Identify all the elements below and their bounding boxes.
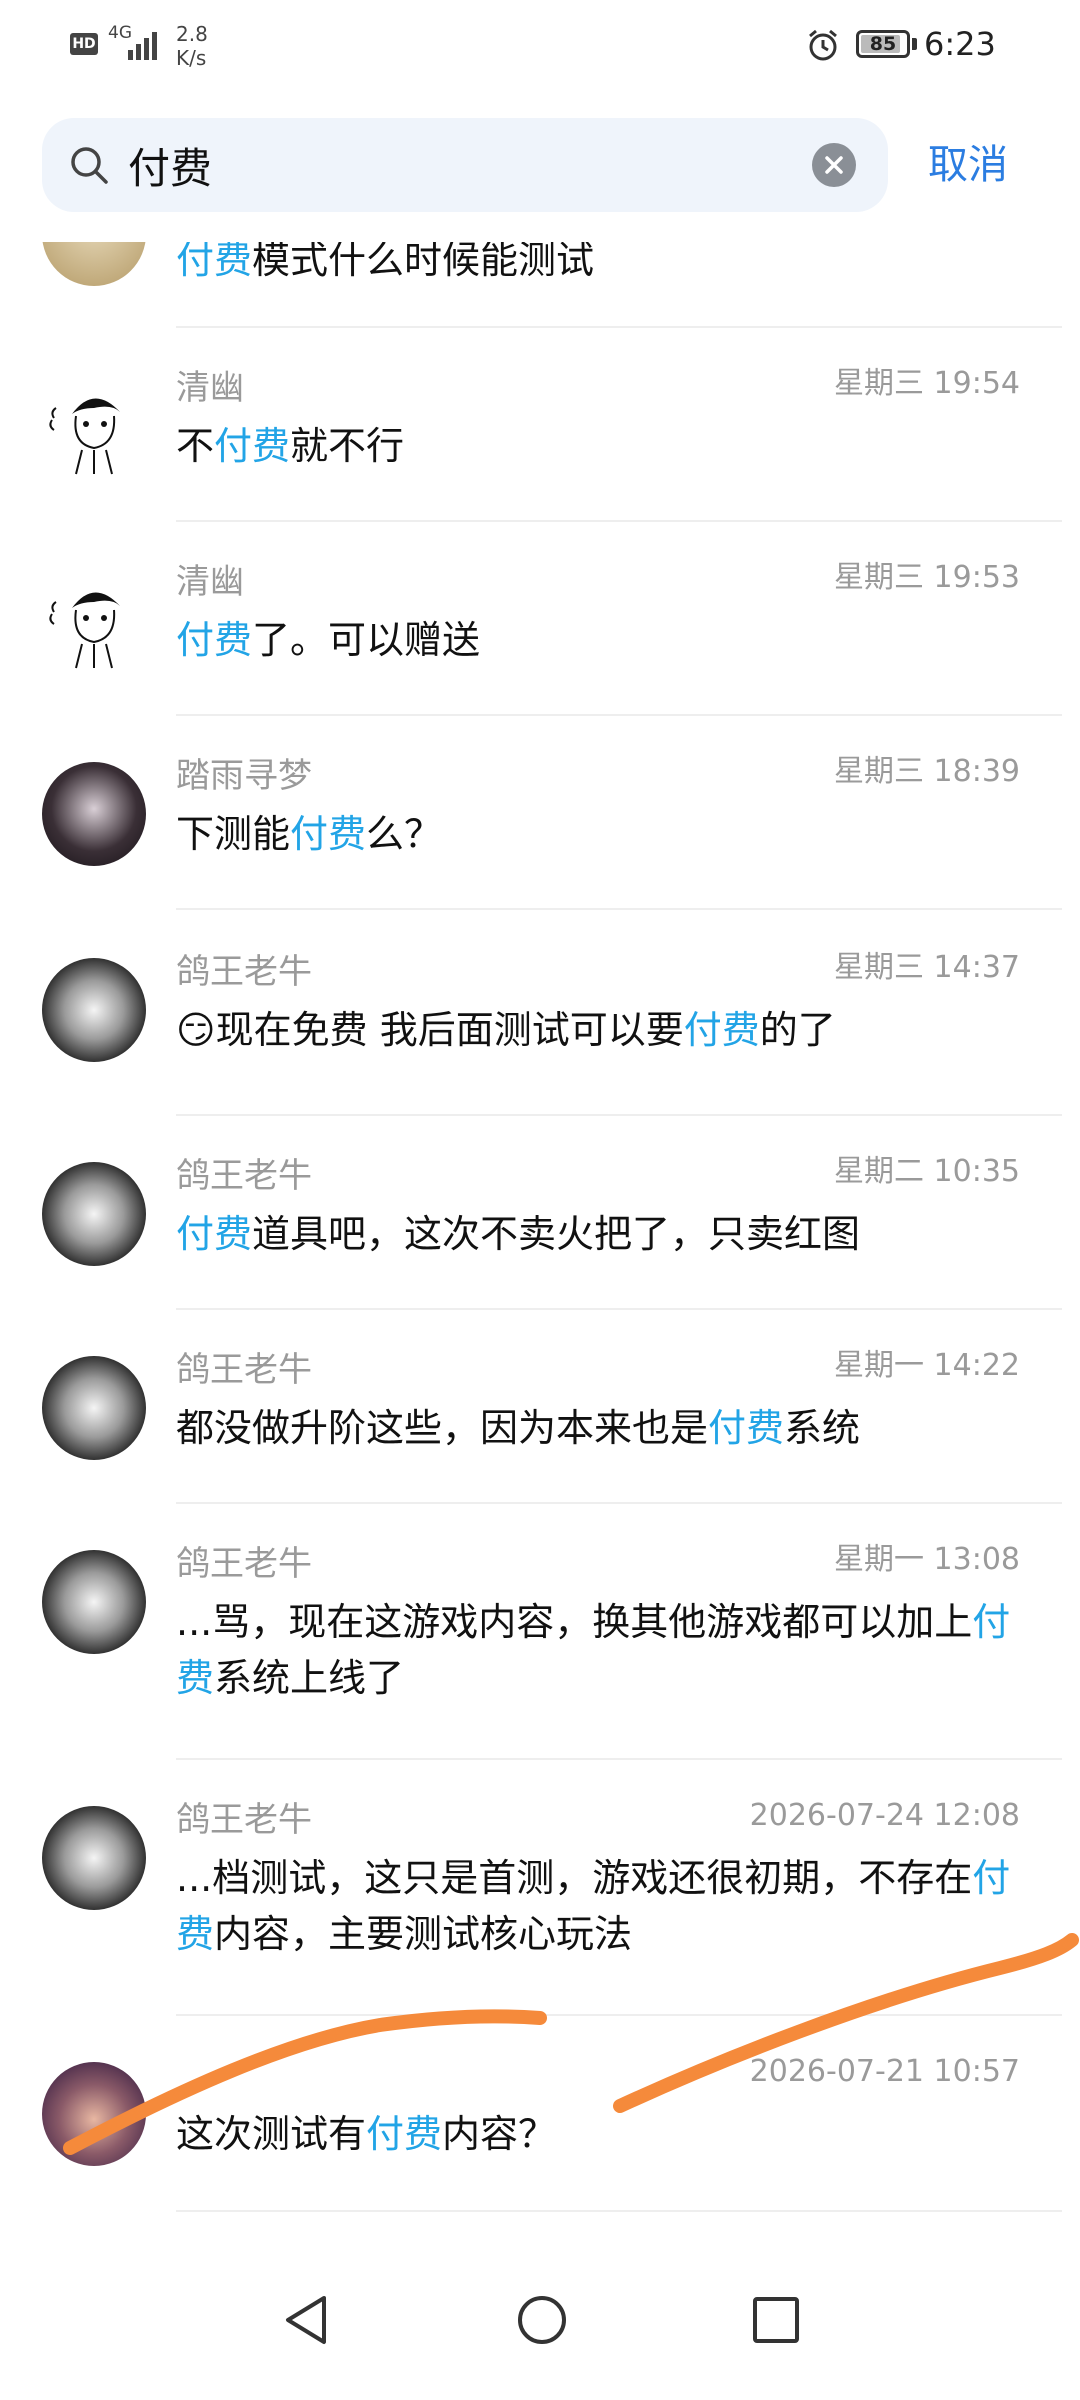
smirk-emoji-icon: 😏	[176, 1008, 216, 1052]
message-fragment: 就不行	[290, 424, 405, 468]
message-fragment: 么？	[366, 812, 443, 856]
sender-name: 鸽王老牛	[176, 1156, 312, 1196]
keyword-highlight: 付费	[176, 242, 253, 282]
row-divider	[176, 2210, 1062, 2212]
keyword-highlight: 付费	[708, 1406, 785, 1450]
message-fragment: 下测能	[176, 812, 291, 856]
sender-name: 清幽	[176, 562, 244, 602]
sketch-avatar-icon	[49, 592, 120, 669]
sender-name: 鸽王老牛	[176, 952, 312, 992]
message-fragment: 的了	[759, 1008, 836, 1052]
message-time: 星期三 19:54	[834, 366, 1020, 401]
home-circle-icon[interactable]	[512, 2290, 572, 2350]
message-fragment: 内容？	[442, 2112, 557, 2156]
result-row[interactable]: 鸽王老牛 星期一 13:08 ...骂，现在这游戏内容，换其他游戏都可以加上付费系统…	[0, 1504, 1080, 1760]
keyword-highlight: 付费	[176, 618, 253, 662]
message-time: 2026-07-21 10:57	[749, 2054, 1020, 2089]
message-time: 星期一 13:08	[834, 1542, 1020, 1577]
navigation-bar	[0, 2240, 1080, 2400]
message-text: ...档测试，这只是首测，游戏还很初期，不存在付费内容，主要测试核心玩法	[176, 1850, 1016, 1962]
avatar[interactable]	[42, 762, 146, 866]
avatar[interactable]	[42, 1356, 146, 1460]
hd-icon: HD	[70, 33, 98, 55]
avatar[interactable]	[42, 374, 146, 478]
network-speed: 2.8 K/s	[176, 22, 208, 70]
cancel-button[interactable]: 取消	[928, 138, 1008, 192]
result-row[interactable]: 鸽王老牛 星期三 14:37 😏现在免费 我后面测试可以要付费的了	[0, 910, 1080, 1116]
recents-square-icon[interactable]	[746, 2290, 806, 2350]
avatar[interactable]	[42, 242, 146, 286]
avatar[interactable]	[42, 568, 146, 672]
message-time: 2026-07-24 12:08	[749, 1798, 1020, 1833]
alarm-icon	[809, 29, 837, 61]
avatar[interactable]	[42, 1550, 146, 1654]
clear-search-button[interactable]	[812, 143, 856, 187]
status-bar: HD 4G 2.8 K/s 85 6:23	[0, 0, 1080, 96]
message-text: 付费模式什么时候能测试	[176, 242, 1016, 288]
search-box[interactable]	[42, 118, 888, 212]
message-time: 星期一 14:22	[834, 1348, 1020, 1383]
back-triangle-icon[interactable]	[278, 2290, 338, 2350]
avatar[interactable]	[42, 1162, 146, 1266]
result-row[interactable]: 2026-07-21 10:57 这次测试有付费内容？	[0, 2016, 1080, 2212]
sender-name: 踏雨寻梦	[176, 756, 312, 796]
message-text: 付费道具吧，这次不卖火把了，只卖红图	[176, 1206, 1016, 1262]
keyword-highlight: 付费	[214, 424, 291, 468]
search-results-list[interactable]: 付费模式什么时候能测试 清幽 星期三 19:54 不付费就不行 清幽 星期三 19:53 付…	[0, 242, 1080, 2242]
search-icon	[71, 147, 108, 184]
message-fragment: 现在免费 我后面测试可以要	[215, 1008, 684, 1052]
sketch-avatar-icon	[49, 398, 120, 475]
message-fragment: 这次测试有	[176, 2112, 367, 2156]
result-row[interactable]: 鸽王老牛 星期一 14:22 都没做升阶这些，因为本来也是付费系统	[0, 1310, 1080, 1504]
message-time: 星期三 14:37	[834, 950, 1020, 985]
message-text: 都没做升阶这些，因为本来也是付费系统	[176, 1400, 1016, 1456]
sender-name: 鸽王老牛	[176, 1544, 312, 1584]
message-fragment: 了。可以赠送	[252, 618, 481, 662]
message-text: 下测能付费么？	[176, 806, 1016, 862]
close-icon	[825, 156, 843, 174]
battery-tip	[912, 38, 917, 50]
message-fragment: ...档测试，这只是首测，游戏还很初期，不存在	[176, 1856, 973, 1900]
message-text: 不付费就不行	[176, 418, 1016, 474]
keyword-highlight: 付费	[290, 812, 367, 856]
message-fragment: 模式什么时候能测试	[252, 242, 595, 282]
message-fragment: 内容，主要测试核心玩法	[214, 1912, 633, 1956]
keyword-highlight: 付费	[366, 2112, 443, 2156]
clock: 6:23	[924, 25, 996, 63]
keyword-highlight: 付费	[683, 1008, 760, 1052]
result-row[interactable]: 踏雨寻梦 星期三 18:39 下测能付费么？	[0, 716, 1080, 910]
result-row[interactable]: 鸽王老牛 星期二 10:35 付费道具吧，这次不卖火把了，只卖红图	[0, 1116, 1080, 1310]
result-row[interactable]: 鸽王老牛 2026-07-24 12:08 ...档测试，这只是首测，游戏还很初期，…	[0, 1760, 1080, 2016]
result-row[interactable]: 清幽 星期三 19:53 付费了。可以赠送	[0, 522, 1080, 716]
message-text: 😏现在免费 我后面测试可以要付费的了	[176, 1002, 1016, 1058]
result-row[interactable]: 付费模式什么时候能测试	[0, 242, 1080, 328]
sender-name: 清幽	[176, 368, 244, 408]
speed-value: 2.8	[176, 22, 208, 46]
sender-name: 鸽王老牛	[176, 1350, 312, 1390]
avatar[interactable]	[42, 2062, 146, 2166]
message-fragment: 都没做升阶这些，因为本来也是	[176, 1406, 709, 1450]
message-fragment: 不	[176, 424, 215, 468]
speed-unit: K/s	[176, 46, 207, 70]
battery-percent: 85	[869, 33, 897, 55]
result-row[interactable]: 清幽 星期三 19:54 不付费就不行	[0, 328, 1080, 522]
message-time: 星期三 19:53	[834, 560, 1020, 595]
sender-name: 鸽王老牛	[176, 1800, 312, 1840]
message-fragment: ...骂，现在这游戏内容，换其他游戏都可以加上	[176, 1600, 973, 1644]
keyword-highlight: 付费	[176, 1212, 253, 1256]
signal-icon	[128, 32, 157, 60]
avatar[interactable]	[42, 958, 146, 1062]
message-fragment: 系统上线了	[214, 1656, 405, 1700]
message-text: ...骂，现在这游戏内容，换其他游戏都可以加上付费系统上线了	[176, 1594, 1016, 1706]
battery-icon: 85	[856, 30, 910, 58]
message-text: 付费了。可以赠送	[176, 612, 1016, 668]
message-time: 星期二 10:35	[834, 1154, 1020, 1189]
search-input[interactable]	[128, 136, 768, 194]
avatar[interactable]	[42, 1806, 146, 1910]
message-fragment: 系统	[784, 1406, 861, 1450]
message-time: 星期三 18:39	[834, 754, 1020, 789]
message-fragment: 道具吧，这次不卖火把了，只卖红图	[252, 1212, 861, 1256]
message-text: 这次测试有付费内容？	[176, 2106, 1016, 2162]
